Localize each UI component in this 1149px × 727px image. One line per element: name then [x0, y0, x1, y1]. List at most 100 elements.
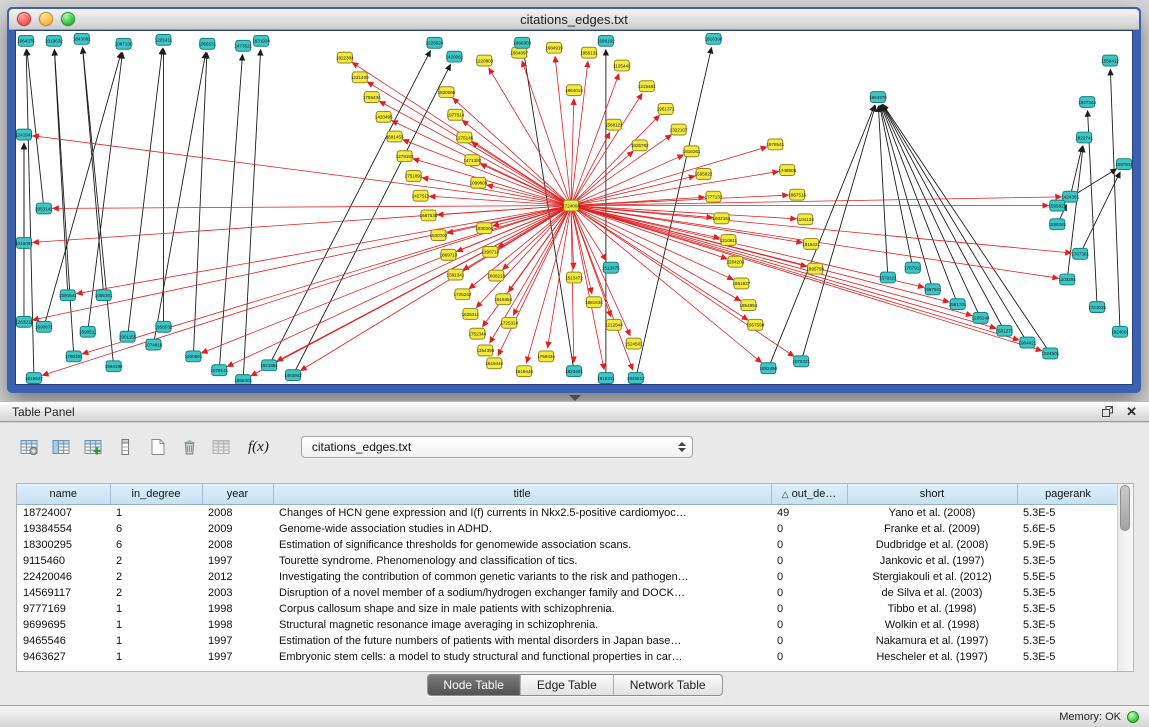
table-cell[interactable]: Changes of HCN gene expression and I(f) …: [273, 505, 771, 522]
table-row[interactable]: 969969511998Structural magnetic resonanc…: [17, 617, 1119, 633]
graph-node[interactable]: 1471392: [463, 155, 481, 166]
table-cell[interactable]: 5.3E-5: [1017, 585, 1119, 601]
graph-node[interactable]: 1530702: [430, 230, 448, 241]
graph-edge[interactable]: [33, 136, 571, 206]
graph-node[interactable]: 1822304: [336, 52, 354, 63]
graph-node[interactable]: 1625311: [462, 309, 480, 320]
table-cell[interactable]: 1: [110, 633, 202, 649]
table-cell[interactable]: 1998: [202, 601, 273, 617]
column-header-in_degree[interactable]: in_degree: [110, 484, 202, 505]
column-header-out_de[interactable]: △ out_de…: [771, 484, 847, 505]
table-cell[interactable]: 1: [110, 601, 202, 617]
graph-edge[interactable]: [54, 50, 73, 357]
table-cell[interactable]: 0: [771, 633, 847, 649]
table-cell[interactable]: 2: [110, 585, 202, 601]
graph-edge[interactable]: [367, 82, 571, 206]
graph-edge[interactable]: [571, 206, 1042, 351]
table-cell[interactable]: 5.3E-5: [1017, 505, 1119, 522]
graph-node[interactable]: 1275146: [455, 132, 473, 143]
table-cell[interactable]: 5.9E-5: [1017, 537, 1119, 553]
graph-node[interactable]: 2228024: [426, 37, 444, 48]
column-header-year[interactable]: year: [202, 484, 273, 505]
graph-node[interactable]: 1866803: [513, 37, 531, 48]
graph-edge[interactable]: [83, 48, 104, 295]
graph-node[interactable]: 1901155: [119, 331, 137, 342]
table-cell[interactable]: 18724007: [17, 505, 110, 522]
graph-node[interactable]: 1210611: [720, 235, 738, 246]
table-cell[interactable]: 5.3E-5: [1017, 601, 1119, 617]
graph-node[interactable]: 1619445: [515, 366, 533, 377]
graph-node[interactable]: 1977514: [447, 109, 465, 120]
graph-node[interactable]: 1074816: [145, 339, 163, 350]
graph-node[interactable]: 1595821: [1048, 200, 1066, 211]
graph-node[interactable]: 1079321: [792, 356, 810, 367]
graph-node[interactable]: 1892450: [759, 363, 777, 374]
graph-node[interactable]: 1759434: [537, 351, 555, 362]
panel-close-button[interactable]: ✕: [1126, 404, 1137, 420]
network-canvas[interactable]: 1724004182230412214091755434142049516814…: [15, 30, 1133, 385]
graph-node[interactable]: 1463942: [284, 370, 302, 381]
graph-node[interactable]: 1687530: [420, 210, 438, 221]
graph-node[interactable]: 1619311: [597, 373, 615, 384]
graph-edge[interactable]: [227, 206, 571, 367]
graph-node[interactable]: 1125443: [613, 60, 631, 71]
table-cell[interactable]: 1: [110, 617, 202, 633]
graph-node[interactable]: 1767911: [904, 262, 922, 273]
graph-node[interactable]: 1964421: [1018, 337, 1036, 348]
table-cell[interactable]: Disruption of a novel member of a sodium…: [273, 585, 771, 601]
table-cell[interactable]: 5.3E-5: [1017, 553, 1119, 569]
table-cell[interactable]: 0: [771, 537, 847, 553]
table-cell[interactable]: Structural magnetic resonance image aver…: [273, 617, 771, 633]
table-cell[interactable]: Wolkin et al. (1998): [847, 617, 1017, 633]
graph-node[interactable]: 1725242: [454, 289, 472, 300]
graph-node[interactable]: 1927344: [1078, 97, 1096, 108]
graph-node[interactable]: 1957598: [746, 319, 764, 330]
graph-edge[interactable]: [571, 151, 633, 205]
graph-node[interactable]: 1615527: [25, 373, 43, 384]
graph-edge[interactable]: [571, 206, 733, 280]
table-cell[interactable]: 9777169: [17, 601, 110, 617]
graph-node[interactable]: 1590841: [59, 290, 77, 301]
table-cell[interactable]: 2012: [202, 569, 273, 585]
graph-node[interactable]: 1857516: [788, 189, 806, 200]
graph-node[interactable]: 1427512: [412, 190, 430, 201]
column-header-short[interactable]: short: [847, 484, 1017, 505]
graph-node[interactable]: 1201411: [155, 34, 173, 45]
graph-node[interactable]: 1725314: [500, 317, 518, 328]
tab-edge-table[interactable]: Edge Table: [520, 675, 613, 695]
graph-edge[interactable]: [1110, 69, 1120, 331]
graph-node[interactable]: 1599381: [1048, 219, 1066, 230]
table-cell[interactable]: 0: [771, 601, 847, 617]
graph-node[interactable]: 1420061: [446, 51, 464, 62]
graph-edge[interactable]: [1080, 172, 1120, 254]
table-cell[interactable]: Embryonic stem cells: a model to study s…: [273, 649, 771, 665]
tab-network-table[interactable]: Network Table: [613, 675, 722, 695]
graph-edge[interactable]: [571, 94, 642, 206]
table-cell[interactable]: 1: [110, 505, 202, 522]
graph-node[interactable]: 1843081: [73, 33, 91, 44]
graph-node[interactable]: 1681634: [585, 297, 603, 308]
graph-edge[interactable]: [768, 105, 874, 368]
graph-edge[interactable]: [453, 98, 571, 205]
graph-node[interactable]: 1104134: [796, 214, 814, 225]
graph-edge[interactable]: [53, 206, 571, 209]
table-cell[interactable]: Stergiakouli et al. (2012): [847, 569, 1017, 585]
table-cell[interactable]: 0: [771, 521, 847, 537]
graph-edge[interactable]: [571, 206, 924, 288]
table-row[interactable]: 1938455462009Genome-wide association stu…: [17, 521, 1119, 537]
graph-node[interactable]: 1390718: [481, 246, 499, 257]
table-cell[interactable]: 9115460: [17, 553, 110, 569]
graph-edge[interactable]: [277, 206, 571, 362]
graph-node[interactable]: 1869713: [440, 249, 458, 260]
graph-node[interactable]: 1619444: [485, 358, 503, 369]
graph-node[interactable]: 1767381: [1071, 248, 1089, 259]
graph-node[interactable]: 1661927: [733, 278, 751, 289]
graph-edge[interactable]: [202, 206, 571, 354]
graph-node[interactable]: 1278153: [396, 151, 414, 162]
table-cell[interactable]: Hescheler et al. (1997): [847, 649, 1017, 665]
table-cell[interactable]: 5.3E-5: [1017, 633, 1119, 649]
table-cell[interactable]: 1997: [202, 553, 273, 569]
graph-node[interactable]: 1631934: [252, 35, 270, 46]
graph-node[interactable]: 1559412: [1101, 55, 1119, 66]
graph-node[interactable]: 1820065: [438, 87, 456, 98]
